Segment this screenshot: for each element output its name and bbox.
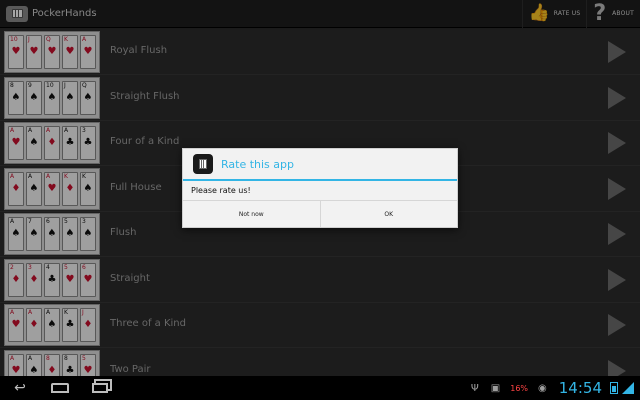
home-icon: [51, 383, 69, 393]
back-icon: ↩: [14, 380, 26, 396]
dialog-buttons: Not now OK: [183, 201, 457, 227]
not-now-button[interactable]: Not now: [183, 201, 320, 227]
dialog-message: Please rate us!: [183, 181, 457, 201]
battery-icon: [610, 382, 618, 394]
battery-percent: 16%: [510, 383, 529, 393]
dialog-title: Rate this app: [221, 157, 294, 171]
recent-apps-button[interactable]: [80, 376, 120, 400]
rate-dialog: Rate this app Please rate us! Not now OK: [182, 148, 458, 228]
ok-button[interactable]: OK: [319, 201, 458, 227]
recent-apps-icon: [92, 383, 108, 393]
image-icon: ▣: [490, 382, 501, 394]
screen: PockerHands 👍 RATE US ? ABOUT 10 ♥ J ♥ Q ♥ K ♥ A…: [0, 0, 640, 400]
system-bar: ↩ Ψ ▣ 16% ◉ 14:54: [0, 376, 640, 400]
usb-icon: Ψ: [470, 382, 479, 394]
home-button[interactable]: [40, 376, 80, 400]
app-icon: [193, 154, 213, 174]
android-icon: ◉: [538, 382, 547, 394]
back-button[interactable]: ↩: [0, 376, 40, 400]
wifi-icon: [622, 382, 634, 394]
clock: 14:54: [558, 379, 602, 397]
dialog-header: Rate this app: [183, 149, 457, 181]
